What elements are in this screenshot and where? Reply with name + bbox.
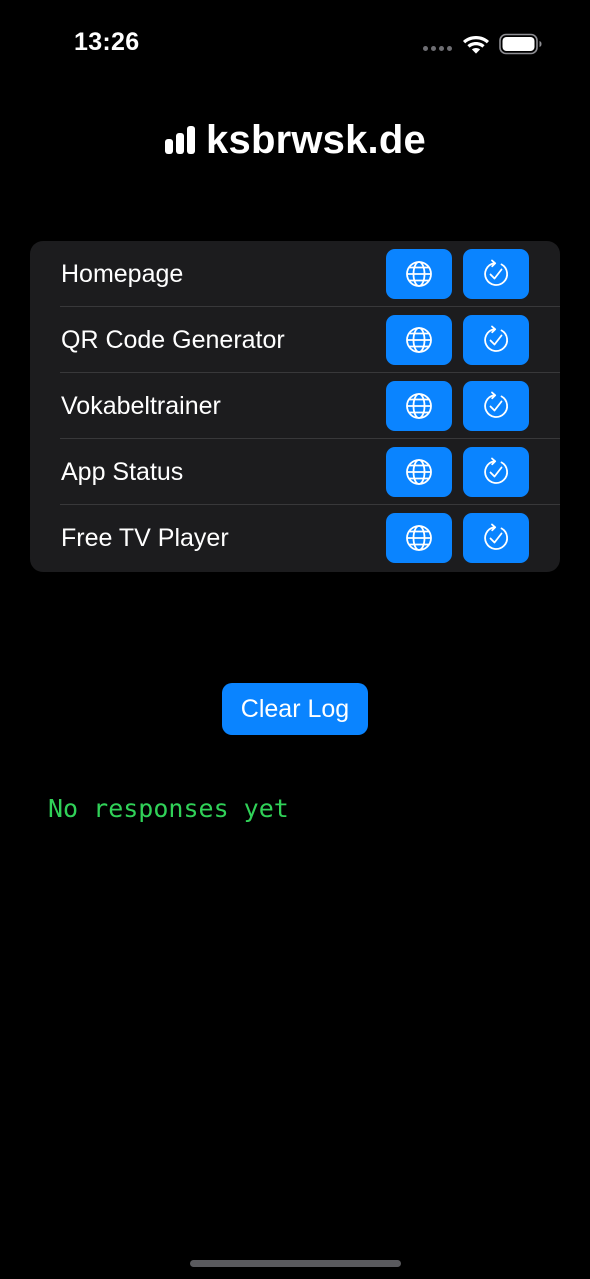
- globe-icon: [406, 525, 432, 551]
- check-free-tv-player-button[interactable]: [463, 513, 529, 563]
- open-vokabeltrainer-button[interactable]: [386, 381, 452, 431]
- app-title-text: ksbrwsk.de: [206, 117, 426, 162]
- globe-icon: [406, 393, 432, 419]
- service-label: Homepage: [61, 260, 184, 288]
- battery-icon: [499, 33, 542, 55]
- service-list: Homepage QR Code Generator Vokabeltraine…: [30, 241, 560, 572]
- clear-log-button[interactable]: Clear Log: [222, 683, 368, 735]
- service-label: Free TV Player: [61, 524, 229, 552]
- open-homepage-button[interactable]: [386, 249, 452, 299]
- check-homepage-button[interactable]: [463, 249, 529, 299]
- refresh-check-icon: [484, 523, 508, 550]
- status-bar: 13:26: [0, 0, 590, 90]
- service-row-free-tv-player: Free TV Player: [30, 505, 560, 571]
- service-label: QR Code Generator: [61, 326, 285, 354]
- globe-icon: [406, 459, 432, 485]
- service-row-homepage: Homepage: [30, 241, 560, 307]
- open-app-status-button[interactable]: [386, 447, 452, 497]
- refresh-check-icon: [484, 259, 508, 286]
- service-row-vokabeltrainer: Vokabeltrainer: [30, 373, 560, 439]
- status-time: 13:26: [74, 28, 140, 56]
- wifi-icon: [463, 36, 489, 54]
- check-vokabeltrainer-button[interactable]: [463, 381, 529, 431]
- log-output: No responses yet: [48, 794, 289, 823]
- refresh-check-icon: [484, 391, 508, 418]
- service-label: Vokabeltrainer: [61, 392, 221, 420]
- signal-dots-icon: [423, 46, 452, 51]
- check-qr-code-generator-button[interactable]: [463, 315, 529, 365]
- open-free-tv-player-button[interactable]: [386, 513, 452, 563]
- globe-icon: [406, 327, 432, 353]
- globe-icon: [406, 261, 432, 287]
- refresh-check-icon: [484, 325, 508, 352]
- home-indicator[interactable]: [190, 1260, 401, 1267]
- service-row-qr-code-generator: QR Code Generator: [30, 307, 560, 373]
- open-qr-code-generator-button[interactable]: [386, 315, 452, 365]
- check-app-status-button[interactable]: [463, 447, 529, 497]
- bar-chart-icon: [165, 126, 196, 154]
- page-title: ksbrwsk.de: [0, 112, 590, 168]
- service-row-app-status: App Status: [30, 439, 560, 505]
- service-label: App Status: [61, 458, 184, 486]
- refresh-check-icon: [484, 457, 508, 484]
